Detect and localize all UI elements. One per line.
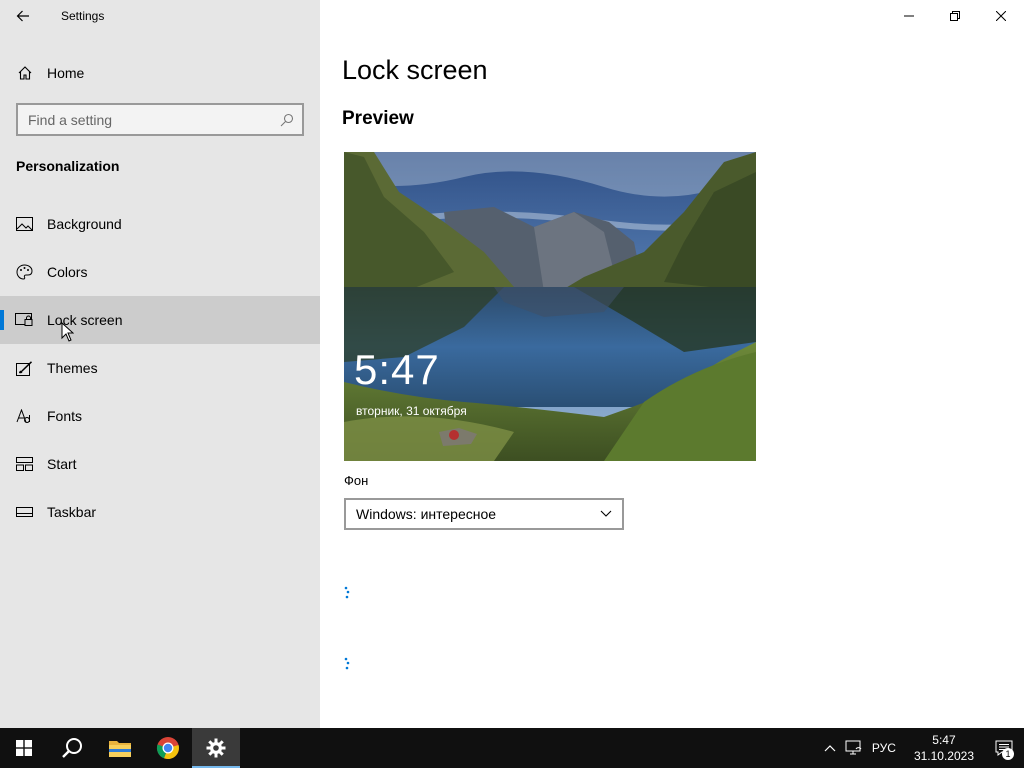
sidebar-item-start[interactable]: Start	[0, 440, 320, 488]
section-heading: Personalization	[16, 158, 120, 174]
network-button[interactable]	[842, 728, 866, 768]
sidebar-item-label: Lock screen	[47, 312, 123, 328]
windows-logo-icon	[16, 740, 32, 756]
search-placeholder: Find a setting	[28, 111, 113, 128]
back-button[interactable]	[0, 0, 46, 32]
settings-button[interactable]	[192, 728, 240, 768]
sidebar-item-label: Fonts	[47, 408, 83, 424]
chevron-down-icon	[600, 510, 612, 517]
gear-icon	[206, 738, 226, 758]
sidebar-nav: Background Colors Lock screen Themes Fon…	[0, 200, 320, 536]
restore-button[interactable]	[932, 0, 978, 32]
back-arrow-icon	[16, 10, 29, 22]
sidebar-item-lock-screen[interactable]: Lock screen	[0, 296, 320, 344]
taskbar: РУС 5:47 31.10.2023 1	[0, 728, 1024, 768]
preview-clock: 5:47	[354, 346, 440, 393]
app-title: Settings	[61, 9, 105, 23]
search-button[interactable]	[48, 728, 96, 768]
lock-screen-icon	[15, 311, 33, 329]
sidebar: Settings Home Find a setting Personaliza…	[0, 0, 320, 728]
close-icon	[996, 11, 1006, 21]
mouse-cursor-icon	[61, 322, 74, 342]
action-center-button[interactable]: 1	[984, 728, 1024, 768]
taskbar-time: 5:47	[932, 733, 956, 747]
folder-icon	[109, 741, 131, 757]
close-button[interactable]	[978, 0, 1024, 32]
sidebar-item-label: Themes	[47, 360, 98, 376]
chrome-button[interactable]	[144, 728, 192, 768]
sidebar-item-label: Colors	[47, 264, 88, 280]
sidebar-item-themes[interactable]: Themes	[0, 344, 320, 392]
system-tray: РУС 5:47 31.10.2023 1	[818, 728, 1024, 768]
sidebar-home[interactable]: Home	[0, 56, 320, 90]
background-dropdown-value: Windows: интересное	[356, 506, 497, 522]
show-hidden-icons-button[interactable]	[818, 728, 842, 768]
window-controls	[886, 0, 1024, 32]
lock-screen-preview: 5:47 вторник, 31 октября	[344, 152, 756, 461]
loading-spinner-icon	[344, 586, 350, 599]
minimize-button[interactable]	[886, 0, 932, 32]
sidebar-home-label: Home	[47, 65, 85, 81]
search-input[interactable]: Find a setting	[16, 103, 304, 136]
file-explorer-button[interactable]	[96, 728, 144, 768]
start-button[interactable]	[0, 728, 48, 768]
notification-count-badge: 1	[1002, 748, 1014, 760]
font-icon	[15, 407, 33, 425]
sidebar-item-colors[interactable]: Colors	[0, 248, 320, 296]
image-icon	[15, 215, 33, 233]
restore-icon	[950, 11, 960, 21]
background-dropdown[interactable]: Windows: интересное	[344, 498, 624, 530]
palette-icon	[15, 263, 33, 281]
page-title: Lock screen	[342, 55, 488, 85]
sidebar-item-label: Start	[47, 456, 77, 472]
sidebar-item-background[interactable]: Background	[0, 200, 320, 248]
background-label: Фон	[344, 473, 369, 488]
home-icon	[18, 66, 32, 80]
network-icon	[845, 740, 862, 755]
input-language-indicator[interactable]: РУС	[872, 741, 896, 755]
chrome-icon	[156, 737, 179, 760]
sidebar-item-fonts[interactable]: Fonts	[0, 392, 320, 440]
minimize-icon	[904, 15, 914, 17]
search-icon	[62, 738, 82, 758]
brush-icon	[15, 359, 33, 377]
sidebar-item-taskbar[interactable]: Taskbar	[0, 488, 320, 536]
sidebar-item-label: Background	[47, 216, 122, 232]
taskbar-icon	[15, 503, 33, 521]
chevron-up-icon	[824, 745, 836, 752]
taskbar-date: 31.10.2023	[913, 749, 974, 763]
title-bar: Settings	[0, 0, 320, 32]
search-icon	[280, 113, 294, 126]
start-layout-icon	[15, 455, 33, 473]
preview-heading: Preview	[342, 108, 414, 129]
loading-spinner-icon	[344, 657, 350, 670]
preview-date: вторник, 31 октября	[356, 404, 467, 418]
taskbar-clock[interactable]: 5:47 31.10.2023	[914, 732, 974, 764]
sidebar-item-label: Taskbar	[47, 504, 97, 520]
